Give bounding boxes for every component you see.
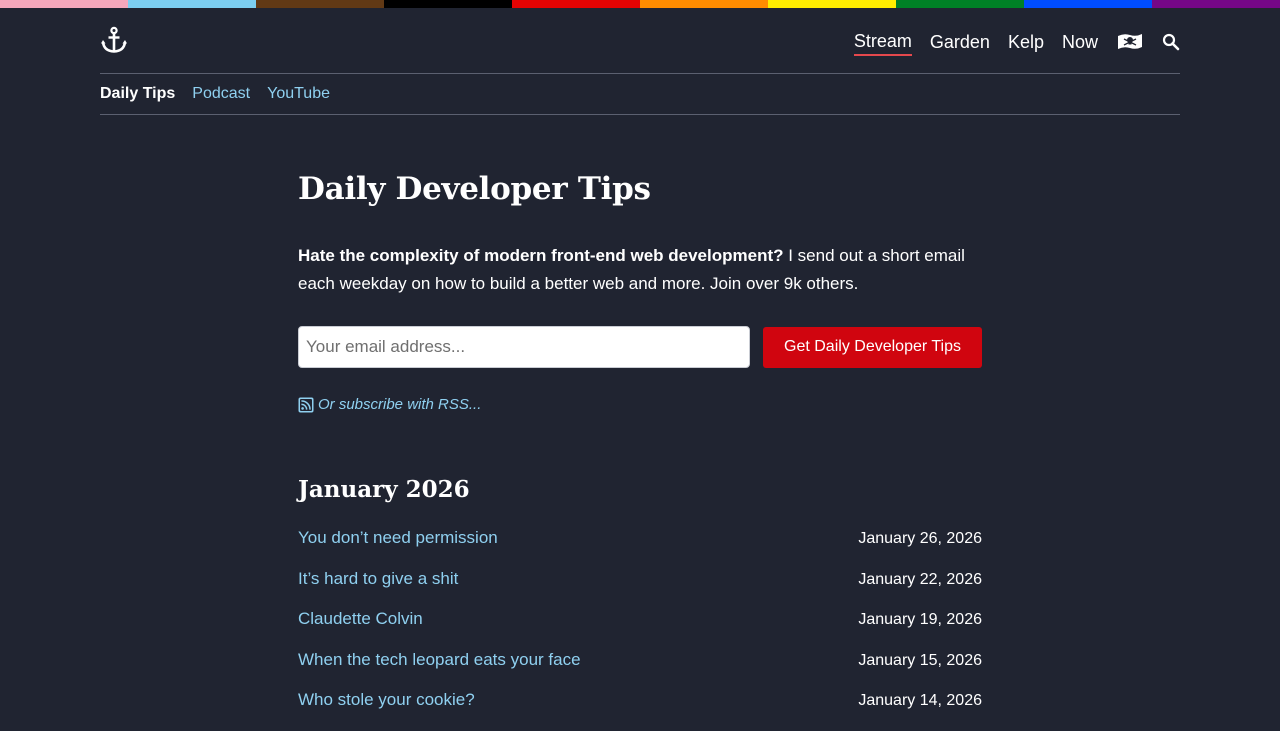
stripe — [640, 0, 768, 8]
stripe — [384, 0, 512, 8]
post-link[interactable]: You don’t need permission — [298, 528, 498, 548]
subscribe-button[interactable]: Get Daily Developer Tips — [763, 326, 982, 368]
post-date: January 19, 2026 — [858, 611, 982, 628]
list-item: Claudette Colvin January 19, 2026 — [298, 609, 982, 650]
subnav-podcast[interactable]: Podcast — [192, 85, 250, 103]
post-link[interactable]: When the tech leopard eats your face — [298, 650, 581, 670]
intro-paragraph: Hate the complexity of modern front-end … — [298, 242, 982, 298]
stripe — [256, 0, 384, 8]
subnav-youtube[interactable]: YouTube — [267, 85, 330, 103]
email-input[interactable] — [298, 326, 750, 368]
post-date: January 22, 2026 — [858, 570, 982, 588]
search-icon — [1162, 33, 1180, 51]
main-content: Daily Developer Tips Hate the complexity… — [298, 160, 982, 731]
pride-stripe-bar — [0, 0, 1280, 8]
home-logo-link[interactable] — [100, 26, 128, 54]
intro-bold: Hate the complexity of modern front-end … — [298, 246, 784, 265]
post-link[interactable]: Claudette Colvin — [298, 609, 423, 629]
nav-link-garden[interactable]: Garden — [930, 29, 990, 55]
anchor-icon — [101, 26, 127, 53]
list-item: You don’t need permission January 26, 20… — [298, 528, 982, 569]
site-header: Stream Garden Kelp Now — [100, 8, 1180, 74]
pirate-flag-link[interactable] — [1116, 29, 1144, 55]
post-date: January 14, 2026 — [858, 692, 982, 709]
post-date: January 26, 2026 — [858, 530, 982, 547]
post-link[interactable]: It’s hard to give a shit — [298, 569, 458, 589]
post-list: You don’t need permission January 26, 20… — [298, 528, 982, 731]
sub-nav: Daily Tips Podcast YouTube — [100, 74, 1180, 115]
nav-link-now[interactable]: Now — [1062, 29, 1098, 55]
stripe — [1024, 0, 1152, 8]
stripe — [896, 0, 1024, 8]
stripe — [128, 0, 256, 8]
post-link[interactable]: Who stole your cookie? — [298, 690, 475, 710]
stripe — [1152, 0, 1280, 8]
signup-form: Get Daily Developer Tips — [298, 326, 982, 368]
nav-link-kelp[interactable]: Kelp — [1008, 29, 1044, 55]
stripe — [512, 0, 640, 8]
rss-link[interactable]: Or subscribe with RSS... — [298, 396, 982, 413]
list-item: When the tech leopard eats your face Jan… — [298, 650, 982, 691]
stripe — [0, 0, 128, 8]
search-button[interactable] — [1162, 29, 1180, 55]
subnav-daily-tips[interactable]: Daily Tips — [100, 85, 175, 103]
stripe — [768, 0, 896, 8]
post-date: January 15, 2026 — [858, 651, 982, 669]
main-nav: Stream Garden Kelp Now — [853, 28, 1180, 56]
list-item: It’s hard to give a shit January 22, 202… — [298, 569, 982, 610]
month-heading: January 2026 — [298, 476, 470, 503]
nav-link-stream[interactable]: Stream — [853, 28, 912, 56]
rss-icon — [298, 397, 314, 412]
list-item: Who stole your cookie? January 14, 2026 — [298, 690, 982, 731]
pirate-flag-icon — [1118, 34, 1142, 49]
rss-link-label: Or subscribe with RSS... — [318, 396, 482, 413]
page-title: Daily Developer Tips — [298, 171, 651, 207]
